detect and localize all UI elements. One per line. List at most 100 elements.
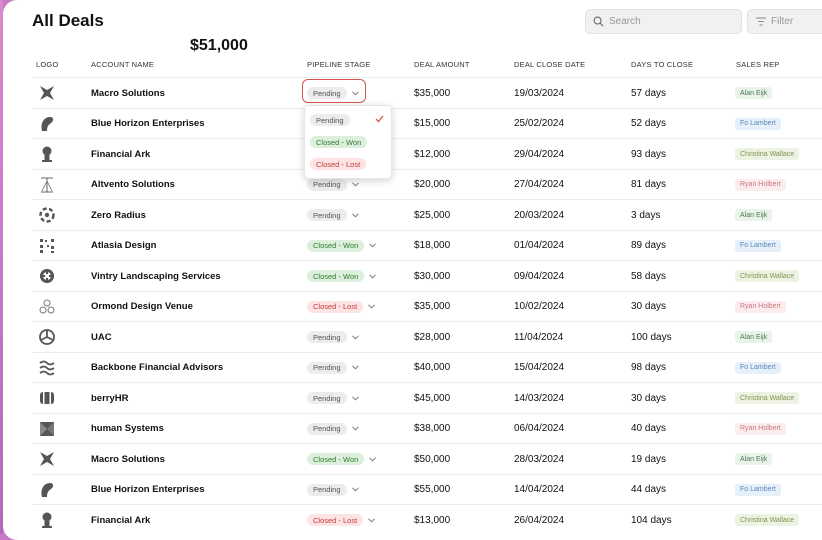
sales-rep-cell[interactable]: Ryan Holbert — [735, 170, 786, 200]
table-row[interactable]: Blue Horizon Enterprises Pending $55,000 14… — [32, 473, 822, 505]
close-date: 26/04/2024 — [514, 514, 565, 526]
close-date: 10/02/2024 — [514, 301, 565, 312]
filter-button[interactable]: Filter — [747, 9, 822, 34]
column-header-days[interactable]: DAYS TO CLOSE — [631, 60, 693, 69]
close-date: 15/04/2024 — [514, 362, 565, 373]
sales-rep-cell[interactable]: Fo Lambert — [735, 353, 781, 383]
sales-rep-cell[interactable]: Christina Wallace — [735, 505, 800, 535]
chevron-down-icon — [351, 212, 359, 218]
table-row[interactable]: Macro Solutions Pending $35,000 19/03/2024 5… — [32, 77, 822, 108]
sales-rep-cell[interactable]: Alan Eijk — [735, 444, 773, 474]
stage-select[interactable]: Closed - Won — [307, 261, 377, 291]
search-input[interactable] — [609, 16, 729, 27]
deal-amount: $20,000 — [414, 179, 451, 190]
dropdown-option-pending[interactable]: Pending — [310, 113, 350, 127]
table-row[interactable]: Ormond Design Venue Closed - Lost $35,000 1… — [32, 290, 822, 322]
ark-logo-icon — [38, 139, 56, 169]
sales-rep-cell[interactable]: Alan Eijk — [735, 322, 773, 352]
account-name[interactable]: Blue Horizon Enterprises — [91, 475, 205, 505]
deal-amount: $45,000 — [414, 392, 451, 404]
option-pill: Pending — [310, 114, 350, 126]
sales-rep-cell[interactable]: Alan Eijk — [735, 78, 773, 108]
account-name[interactable]: Macro Solutions — [91, 444, 165, 474]
total-amount: $51,000 — [190, 37, 248, 54]
close-date: 29/04/2024 — [514, 148, 565, 160]
stage-select[interactable]: Closed - Won — [307, 231, 377, 261]
account-name[interactable]: Macro Solutions — [91, 78, 165, 108]
sales-rep-cell[interactable]: Alan Eijk — [735, 200, 773, 230]
search-box[interactable] — [585, 9, 742, 34]
account-name[interactable]: Zero Radius — [91, 200, 146, 230]
account-name[interactable]: UAC — [91, 322, 112, 352]
dropdown-option-closed-lost[interactable]: Closed - Lost — [310, 157, 367, 171]
column-header-stage[interactable]: PIPELINE STAGE — [307, 60, 371, 69]
sales-rep-badge: Christina Wallace — [735, 148, 800, 160]
stage-select[interactable]: Pending — [307, 200, 359, 230]
sales-rep-cell[interactable]: Christina Wallace — [735, 139, 800, 169]
berryhr-logo-icon — [38, 383, 56, 413]
sales-rep-cell[interactable]: Fo Lambert — [735, 231, 781, 261]
days-to-close: 98 days — [631, 362, 667, 373]
sales-rep-cell[interactable]: Christina Wallace — [735, 261, 800, 291]
deal-amount: $35,000 — [414, 87, 451, 99]
stage-pill-pending: Pending — [307, 361, 347, 374]
column-header-account[interactable]: ACCOUNT NAME — [91, 60, 154, 69]
account-name[interactable]: Altvento Solutions — [91, 170, 175, 200]
stage-pill-pending: Pending — [307, 178, 347, 191]
account-name[interactable]: Financial Ark — [91, 139, 150, 169]
chevron-down-icon — [351, 395, 359, 401]
option-pill: Closed - Won — [310, 136, 368, 148]
account-name[interactable]: Ormond Design Venue — [91, 292, 193, 322]
stage-select[interactable]: Closed - Won — [307, 444, 377, 474]
stage-select[interactable]: Pending — [307, 475, 359, 505]
column-header-logo[interactable]: LOGO — [36, 60, 58, 69]
column-header-rep[interactable]: SALES REP — [736, 60, 780, 69]
stage-select[interactable]: Closed - Lost — [307, 292, 376, 322]
table-row[interactable]: Altvento Solutions Pending $20,000 27/04/20… — [32, 168, 822, 200]
deal-amount: $18,000 — [414, 240, 451, 251]
sales-rep-badge: Fo Lambert — [735, 483, 781, 496]
vintry-logo-icon — [38, 261, 56, 291]
sales-rep-cell[interactable]: Ryan Holbert — [735, 414, 786, 444]
column-header-amount[interactable]: DEAL AMOUNT — [414, 60, 470, 69]
chevron-down-icon — [369, 456, 377, 462]
stage-select[interactable]: Closed - Lost — [307, 505, 376, 535]
chevron-down-icon — [368, 304, 376, 309]
table-row[interactable]: Financial ArkPending$12,00029/04/202493 … — [32, 138, 822, 169]
account-name[interactable]: berryHR — [91, 383, 129, 413]
account-name[interactable]: Blue Horizon Enterprises — [91, 109, 205, 139]
account-name[interactable]: Backbone Financial Advisors — [91, 353, 223, 383]
dropdown-option-closed-won[interactable]: Closed - Won — [310, 135, 368, 149]
days-to-close: 30 days — [631, 392, 667, 404]
account-name[interactable]: Atlasia Design — [91, 231, 156, 261]
table-row[interactable]: human Systems Pending $38,000 06/04/2024 40 … — [32, 412, 822, 444]
table-row[interactable]: Macro Solutions Closed - Won $50,000 28/03/… — [32, 443, 822, 474]
sales-rep-cell[interactable]: Fo Lambert — [735, 109, 781, 139]
stage-pill-closed-won: Closed - Won — [307, 453, 365, 465]
column-header-close-date[interactable]: DEAL CLOSE DATE — [514, 60, 585, 69]
account-name[interactable]: Vintry Landscaping Services — [91, 261, 221, 291]
sales-rep-badge: Ryan Holbert — [735, 422, 786, 435]
stage-select[interactable]: Pending — [307, 383, 359, 413]
stage-pill-closed-lost: Closed - Lost — [307, 514, 364, 526]
table-row[interactable]: Zero Radius Pending $25,000 20/03/2024 3 day… — [32, 199, 822, 230]
chevron-down-icon — [351, 182, 359, 187]
sales-rep-cell[interactable]: Ryan Holbert — [735, 292, 786, 322]
table-row[interactable]: berryHR Pending $45,000 14/03/2024 30 days Ch… — [32, 382, 822, 413]
sales-rep-badge: Alan Eijk — [735, 453, 773, 465]
stage-select[interactable]: Pending — [307, 353, 359, 383]
account-name[interactable]: human Systems — [91, 414, 164, 444]
table-row[interactable]: Financial Ark Closed - Lost $13,000 26/04/2… — [32, 504, 822, 535]
sales-rep-cell[interactable]: Christina Wallace — [735, 383, 800, 413]
table-row[interactable]: Atlasia Design Closed - Won $18,000 01/04/2… — [32, 229, 822, 261]
chevron-down-icon — [368, 517, 376, 523]
stage-select[interactable]: Pending — [307, 322, 359, 352]
table-row[interactable]: UAC Pending $28,000 11/04/2024 100 days Alan … — [32, 321, 822, 352]
sales-rep-badge: Alan Eijk — [735, 209, 773, 221]
stage-select[interactable]: Pending — [307, 414, 359, 444]
table-row[interactable]: Backbone Financial Advisors Pending $40,00… — [32, 351, 822, 383]
sales-rep-cell[interactable]: Fo Lambert — [735, 475, 781, 505]
table-row[interactable]: Blue Horizon Enterprises Pending $15,000 25… — [32, 107, 822, 139]
account-name[interactable]: Financial Ark — [91, 505, 150, 535]
table-row[interactable]: Vintry Landscaping Services Closed - Won $… — [32, 260, 822, 291]
